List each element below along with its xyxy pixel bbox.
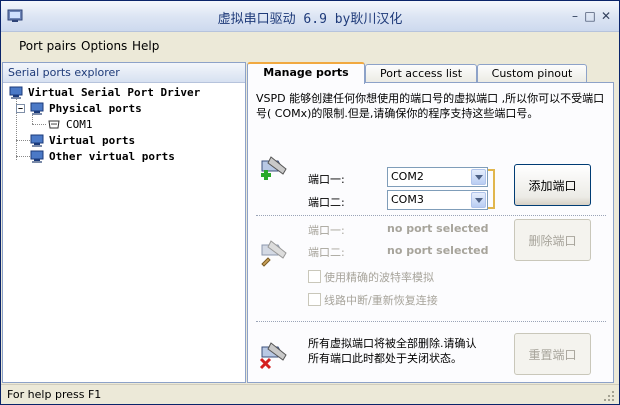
remove-port-button[interactable]: 删除端口: [514, 219, 591, 261]
tree-connector: [16, 156, 30, 157]
resize-grip-icon[interactable]: [603, 390, 615, 402]
tree-virtual-label: Virtual ports: [49, 134, 136, 147]
port2-select[interactable]: COM3: [387, 190, 488, 210]
tree-connector: [32, 124, 46, 125]
remove-port1-value: no port selected: [387, 222, 489, 235]
maximize-button[interactable]: □: [583, 10, 597, 23]
tree-connector: [16, 140, 30, 141]
window-title: 虚拟串口驱动 6.9 by耿川汉化: [217, 12, 403, 27]
edit-port-icon: [261, 240, 287, 267]
chevron-down-icon[interactable]: [471, 169, 486, 185]
reset-description: 所有虚拟端口将被全部删除.请确认所有端口此时都处于关闭状态。: [308, 337, 477, 365]
tab-port-access-list[interactable]: Port access list: [365, 64, 477, 82]
tree-root-label: Virtual Serial Port Driver: [28, 86, 201, 99]
computer-icon: [30, 102, 44, 115]
explorer-panel: Serial ports explorer Virtual Serial Por…: [2, 62, 246, 383]
manage-panel: Manage ports Port access list Custom pin…: [247, 62, 614, 383]
tree-physical-label: Physical ports: [49, 102, 142, 115]
status-text: For help press F1: [7, 388, 102, 401]
minimize-button[interactable]: –: [568, 10, 582, 23]
divider: [256, 321, 606, 322]
port-tree: Virtual Serial Port Driver − Physical po…: [3, 84, 245, 382]
port2-select-value: COM3: [391, 193, 424, 206]
menu-port-pairs[interactable]: Port pairs: [19, 39, 76, 53]
baud-emulation-label: 使用精确的波特率模拟: [324, 271, 434, 284]
title-bar: 虚拟串口驱动 6.9 by耿川汉化 – □ ✕: [1, 1, 619, 32]
delete-ports-icon: [259, 342, 287, 370]
tab-custom-pinout[interactable]: Custom pinout: [477, 64, 587, 82]
remove-port2-label: 端口二:: [308, 246, 345, 259]
divider: [256, 215, 606, 216]
chevron-down-icon[interactable]: [471, 192, 486, 208]
tree-connector: [32, 114, 33, 124]
add-port2-label: 端口二:: [308, 196, 345, 209]
collapse-icon[interactable]: −: [16, 104, 25, 113]
reset-ports-button[interactable]: 重置端口: [514, 333, 591, 375]
baud-emulation-checkbox[interactable]: [308, 270, 321, 283]
close-button[interactable]: ✕: [599, 10, 613, 23]
computer-icon: [30, 134, 44, 147]
add-port1-label: 端口一:: [308, 173, 345, 186]
tree-com1-label: COM1: [66, 118, 93, 131]
port1-select-value: COM2: [391, 170, 424, 183]
menu-help[interactable]: Help: [132, 39, 159, 53]
computer-icon: [9, 86, 23, 99]
explorer-header: Serial ports explorer: [3, 63, 245, 83]
computer-icon: [30, 150, 44, 163]
main-window: 虚拟串口驱动 6.9 by耿川汉化 – □ ✕ Port pairs Optio…: [0, 0, 620, 405]
pair-bracket: [488, 169, 495, 209]
tab-manage-ports[interactable]: Manage ports: [247, 62, 365, 84]
serial-port-icon: [48, 120, 60, 129]
status-bar: For help press F1: [1, 384, 619, 404]
add-port-button[interactable]: 添加端口: [514, 164, 591, 206]
menu-bar: Port pairs Options Help: [1, 32, 619, 60]
tree-other-label: Other virtual ports: [49, 150, 175, 163]
menu-options[interactable]: Options: [81, 39, 127, 53]
remove-port1-label: 端口一:: [308, 224, 345, 237]
reconnect-label: 线路中断/重新恢复连接: [324, 294, 438, 307]
tab-content: VSPD 能够创建任何你想使用的端口号的虚拟端口 ,所以你可以不受端口号( CO…: [247, 82, 614, 383]
port1-select[interactable]: COM2: [387, 167, 488, 187]
remove-port2-value: no port selected: [387, 244, 489, 257]
description-text: VSPD 能够创建任何你想使用的端口号的虚拟端口 ,所以你可以不受端口号( CO…: [256, 92, 605, 120]
reconnect-checkbox[interactable]: [308, 293, 321, 306]
add-port-icon: [261, 156, 287, 180]
